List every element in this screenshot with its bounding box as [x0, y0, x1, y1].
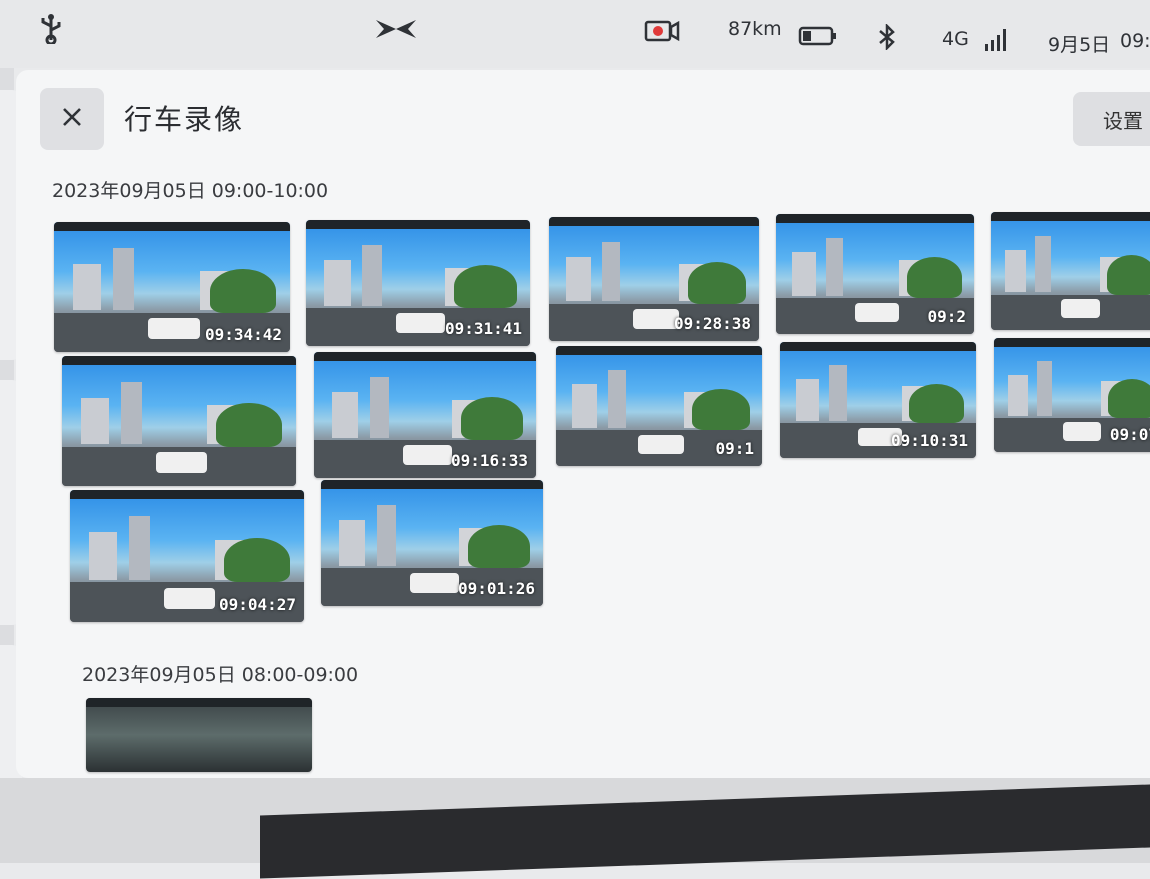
video-thumbnail[interactable]: 09:2: [776, 214, 974, 334]
close-button[interactable]: [40, 88, 104, 150]
video-thumbnail[interactable]: 09:07: [994, 338, 1150, 452]
video-thumbnail[interactable]: 09:28:38: [549, 217, 759, 341]
thumbnail-timestamp: 09:10:31: [890, 431, 968, 450]
status-date: 9月5日: [1048, 34, 1111, 56]
close-icon: [61, 106, 83, 132]
settings-button[interactable]: 设置: [1073, 92, 1150, 146]
bluetooth-icon[interactable]: [877, 24, 897, 50]
video-thumbnail[interactable]: [991, 212, 1150, 330]
thumbnail-timestamp: 09:2: [927, 307, 966, 326]
video-thumbnail[interactable]: 09:01:26: [321, 480, 543, 606]
group-label: 2023年09月05日 08:00-09:00: [82, 664, 359, 686]
page-title: 行车录像: [124, 103, 245, 136]
brand-logo-icon: [374, 18, 418, 40]
video-thumbnail[interactable]: 09:1: [556, 346, 762, 466]
dashcam-recording-icon[interactable]: [644, 20, 680, 42]
thumbnail-timestamp: 09:07: [1109, 425, 1150, 444]
video-thumbnail[interactable]: 09:31:41: [306, 220, 530, 346]
network-type: 4G: [942, 28, 969, 50]
range-text: 87km: [728, 18, 782, 40]
group-label: 2023年09月05日 09:00-10:00: [52, 180, 329, 202]
battery-icon: [798, 26, 838, 46]
thumbnail-timestamp: 09:31:41: [444, 319, 522, 338]
video-thumbnail[interactable]: 09:04:27: [70, 490, 304, 622]
status-bar: 87km 4G 9月5日 09:: [0, 0, 1150, 68]
dashcam-panel: 行车录像 设置 2023年09月05日 09:00-10:00 09:34:42…: [16, 70, 1150, 778]
thumbnail-timestamp: 09:01:26: [457, 579, 535, 598]
video-thumbnail[interactable]: 09:16:33: [314, 352, 536, 478]
thumbnail-timestamp: 09:28:38: [673, 314, 751, 333]
video-thumbnail[interactable]: 09:34:42: [54, 222, 290, 352]
thumbnail-timestamp: 09:1: [715, 439, 754, 458]
signal-icon: [984, 26, 1010, 52]
usb-icon: [38, 14, 64, 44]
video-thumbnail[interactable]: [62, 356, 296, 486]
thumbnail-timestamp: 09:16:33: [450, 451, 528, 470]
video-thumbnail[interactable]: 09:10:31: [780, 342, 976, 458]
thumbnail-timestamp: 09:04:27: [218, 595, 296, 614]
video-thumbnail[interactable]: [86, 698, 312, 772]
thumbnail-timestamp: 09:34:42: [204, 325, 282, 344]
status-time: 09:: [1120, 30, 1150, 52]
